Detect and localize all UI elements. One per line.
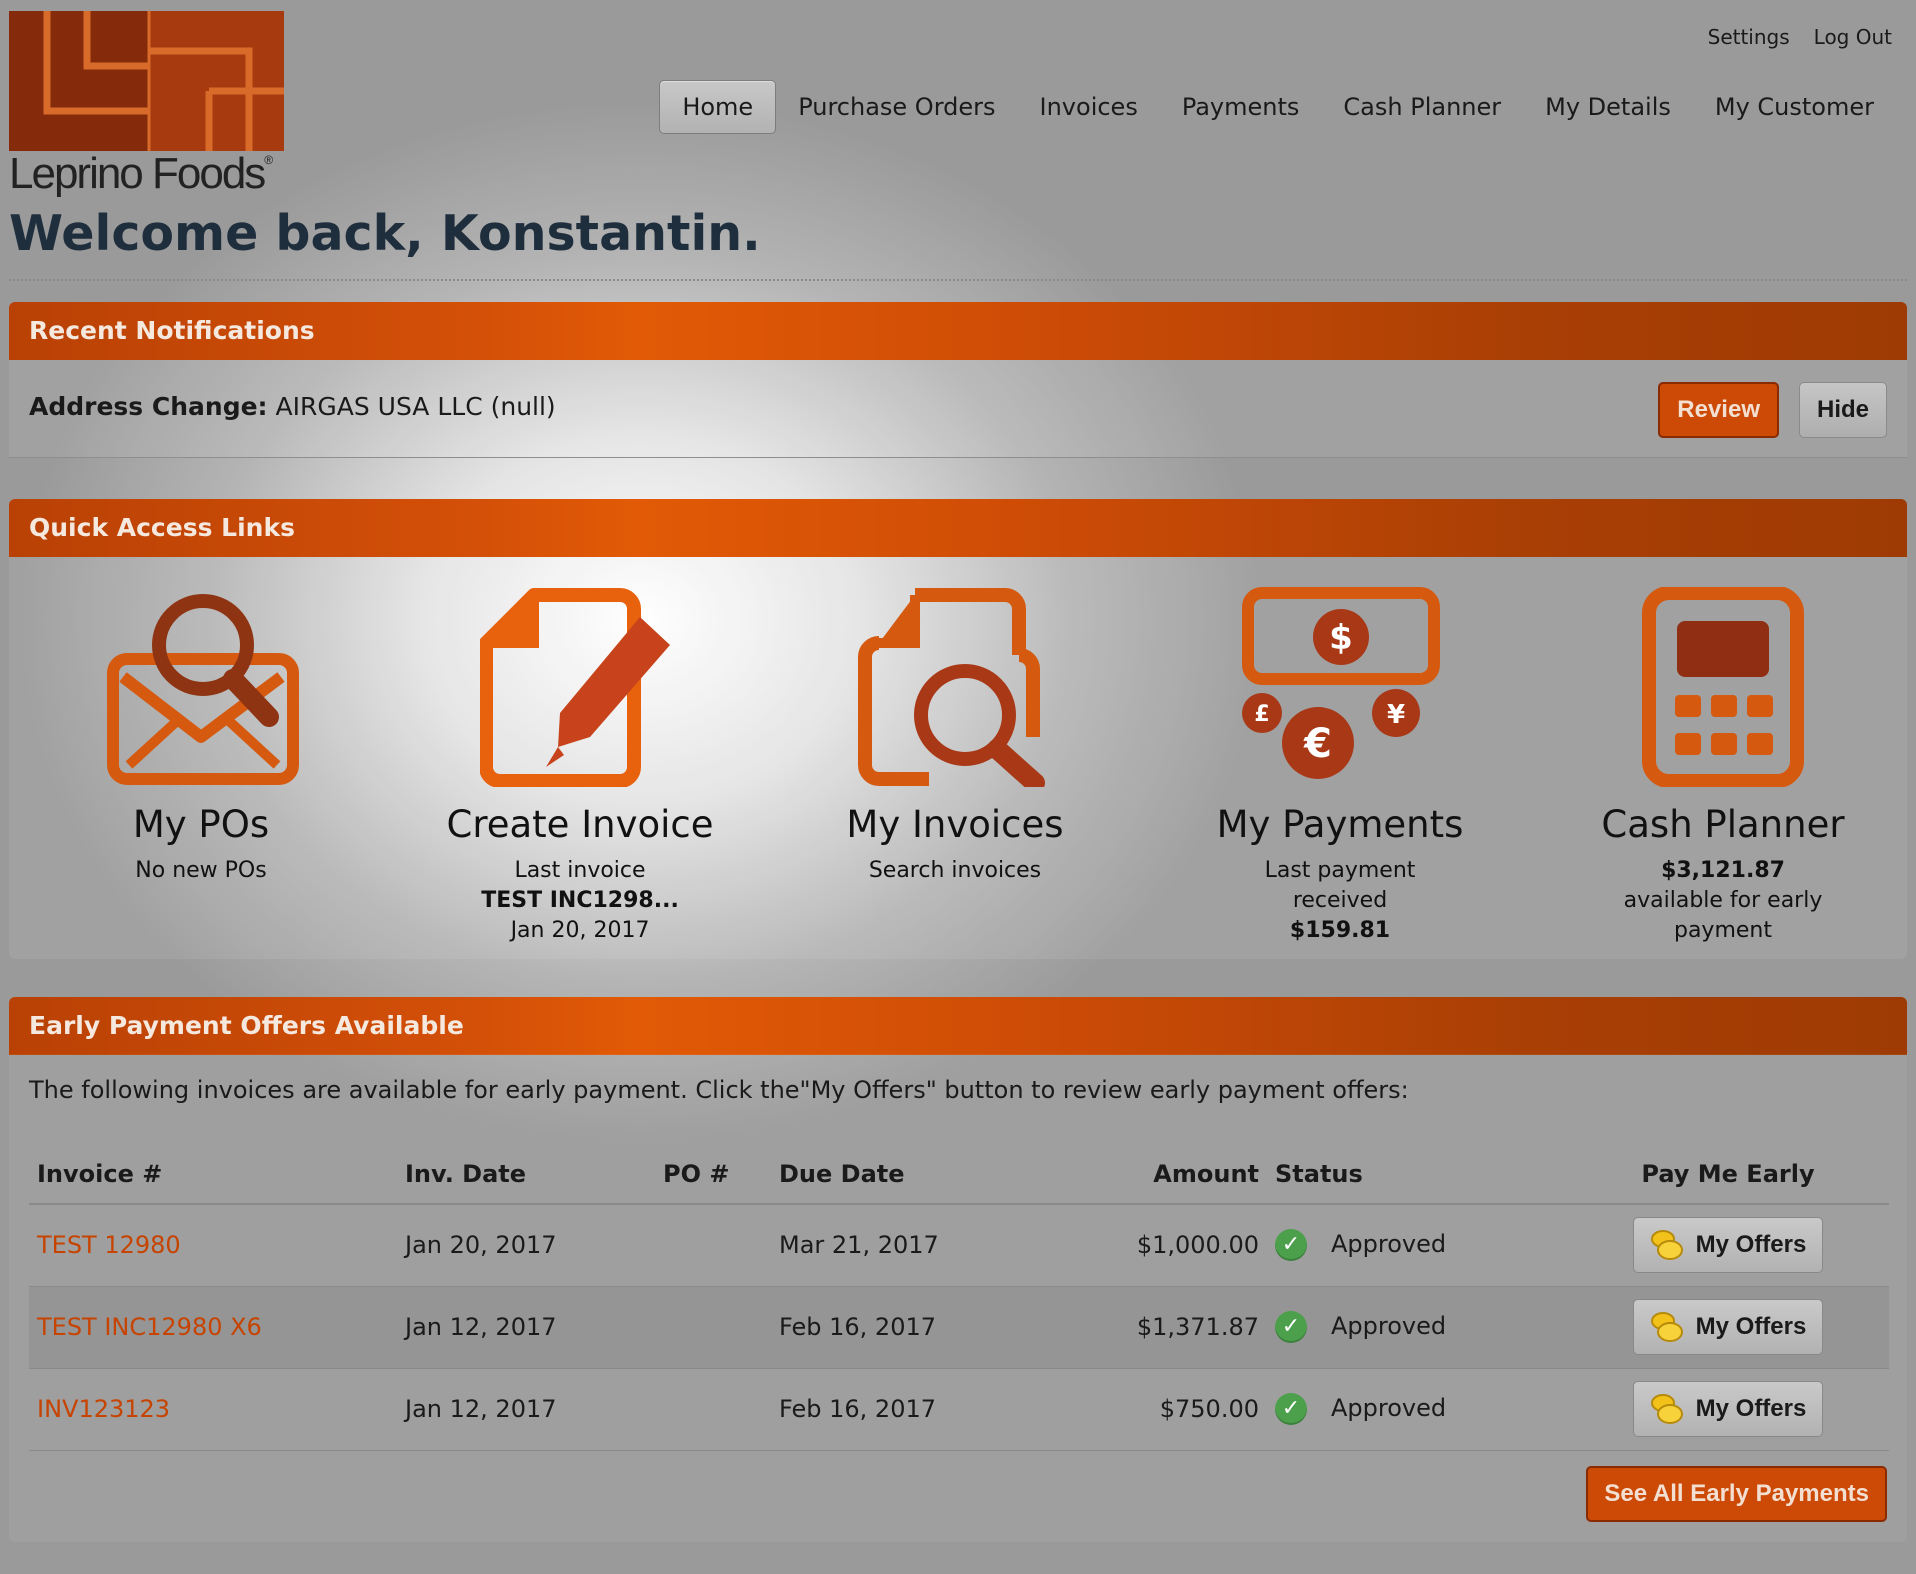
nav-my-details[interactable]: My Details xyxy=(1523,81,1693,133)
svg-text:$: $ xyxy=(1329,618,1353,658)
due-date-cell: Feb 16, 2017 xyxy=(771,1368,1017,1451)
nav-home[interactable]: Home xyxy=(659,80,777,134)
invoice-link[interactable]: TEST 12980 xyxy=(37,1231,181,1259)
po-cell xyxy=(655,1368,771,1451)
notification-text: Address Change: AIRGAS USA LLC (null) xyxy=(29,392,556,421)
hide-button[interactable]: Hide xyxy=(1798,382,1887,438)
nav-purchase-orders[interactable]: Purchase Orders xyxy=(776,81,1017,133)
my-offers-button[interactable]: My Offers xyxy=(1632,1217,1824,1274)
nav-cash-planner[interactable]: Cash Planner xyxy=(1321,81,1523,133)
svg-text:£: £ xyxy=(1254,702,1269,727)
quick-link-cash-planner[interactable]: Cash Planner $3,121.87 available for ear… xyxy=(1558,557,1888,946)
amount-cell: $1,371.87 xyxy=(1017,1286,1267,1369)
inv-date-cell: Jan 12, 2017 xyxy=(397,1368,655,1451)
calculator-icon xyxy=(1642,587,1804,787)
col-pay-me-early: Pay Me Early xyxy=(1567,1144,1889,1205)
action-cell: My Offers xyxy=(1567,1204,1889,1287)
col-amount[interactable]: Amount xyxy=(1017,1144,1267,1205)
col-inv-date[interactable]: Inv. Date xyxy=(397,1144,655,1205)
early-payment-intro: The following invoices are available for… xyxy=(29,1076,1409,1104)
status-cell: ✓ Approved xyxy=(1267,1204,1567,1287)
nav-invoices[interactable]: Invoices xyxy=(1018,81,1160,133)
quick-link-title: My Payments xyxy=(1216,803,1464,846)
action-cell: My Offers xyxy=(1567,1368,1889,1451)
quick-links-panel: My POs No new POs Create Invoice Last in… xyxy=(9,557,1907,959)
early-payment-panel: The following invoices are available for… xyxy=(9,1054,1907,1542)
quick-links-header: Quick Access Links xyxy=(9,499,1907,557)
welcome-heading: Welcome back, Konstantin. xyxy=(9,205,761,262)
logout-link[interactable]: Log Out xyxy=(1814,25,1892,49)
check-circle-icon: ✓ xyxy=(1275,1311,1307,1343)
document-search-icon xyxy=(858,588,1045,787)
settings-link[interactable]: Settings xyxy=(1708,25,1790,49)
coins-icon xyxy=(1650,1394,1683,1424)
divider xyxy=(9,279,1907,281)
document-pencil-icon xyxy=(480,588,670,787)
review-button[interactable]: Review xyxy=(1658,382,1779,438)
invoice-link[interactable]: TEST INC12980 X6 xyxy=(37,1313,262,1341)
notification-value: AIRGAS USA LLC (null) xyxy=(275,392,556,421)
po-cell xyxy=(655,1204,771,1287)
notification-label: Address Change: xyxy=(29,392,268,421)
po-cell xyxy=(655,1286,771,1369)
table-header-row: Invoice # Inv. Date PO # Due Date Amount… xyxy=(29,1144,1889,1205)
check-circle-icon: ✓ xyxy=(1275,1393,1307,1425)
currency-icon: $ £ ¥ € xyxy=(1242,587,1440,779)
logo-wordmark: Leprino Foods® xyxy=(9,149,274,198)
my-offers-button[interactable]: My Offers xyxy=(1632,1299,1824,1355)
col-status[interactable]: Status xyxy=(1267,1144,1567,1205)
coins-icon xyxy=(1650,1312,1683,1342)
col-invoice[interactable]: Invoice # xyxy=(29,1144,397,1205)
due-date-cell: Mar 21, 2017 xyxy=(771,1204,1017,1287)
amount-cell: $750.00 xyxy=(1017,1368,1267,1451)
quick-link-title: Cash Planner xyxy=(1601,803,1845,846)
due-date-cell: Feb 16, 2017 xyxy=(771,1286,1017,1369)
status-cell: ✓ Approved xyxy=(1267,1368,1567,1451)
amount-cell: $1,000.00 xyxy=(1017,1204,1267,1287)
quick-link-subtitle: Last invoice TEST INC1298... Jan 20, 201… xyxy=(481,858,679,943)
col-po[interactable]: PO # xyxy=(655,1144,771,1205)
quick-link-title: My Invoices xyxy=(846,803,1064,846)
check-circle-icon: ✓ xyxy=(1275,1229,1307,1262)
coins-icon xyxy=(1650,1230,1683,1261)
quick-link-title: My POs xyxy=(132,803,270,846)
col-due-date[interactable]: Due Date xyxy=(771,1144,1017,1205)
quick-link-subtitle: Search invoices xyxy=(868,858,1042,883)
quick-link-subtitle: Last payment received $159.81 xyxy=(1264,858,1416,943)
action-cell: My Offers xyxy=(1567,1286,1889,1369)
my-offers-button[interactable]: My Offers xyxy=(1632,1381,1824,1437)
quick-link-my-pos[interactable]: My POs No new POs xyxy=(36,557,366,886)
quick-link-my-invoices[interactable]: My Invoices Search invoices xyxy=(790,557,1120,886)
envelope-search-icon xyxy=(107,594,299,785)
nav-my-customer[interactable]: My Customer xyxy=(1693,81,1896,133)
svg-text:¥: ¥ xyxy=(1387,700,1405,730)
quick-link-my-payments[interactable]: $ £ ¥ € My Payments Last payment receive… xyxy=(1175,557,1505,946)
notification-item: Address Change: AIRGAS USA LLC (null) Re… xyxy=(9,360,1907,458)
quick-link-subtitle: $3,121.87 available for early payment xyxy=(1623,858,1823,943)
see-all-early-payments-button[interactable]: See All Early Payments xyxy=(1586,1466,1887,1522)
quick-link-create-invoice[interactable]: Create Invoice Last invoice TEST INC1298… xyxy=(415,557,745,946)
table-row: TEST INC12980 X6 Jan 12, 2017 Feb 16, 20… xyxy=(29,1286,1889,1369)
utility-links: Settings Log Out xyxy=(1708,25,1892,49)
notifications-header: Recent Notifications xyxy=(9,302,1907,360)
table-row: INV123123 Jan 12, 2017 Feb 16, 2017 $750… xyxy=(29,1368,1889,1451)
svg-text:€: € xyxy=(1303,721,1332,767)
main-nav: Home Purchase Orders Invoices Payments C… xyxy=(659,80,1896,134)
early-payment-table: Invoice # Inv. Date PO # Due Date Amount… xyxy=(29,1144,1889,1451)
early-payment-header: Early Payment Offers Available xyxy=(9,997,1907,1055)
status-cell: ✓ Approved xyxy=(1267,1286,1567,1369)
company-logo[interactable]: Leprino Foods® xyxy=(9,11,299,198)
logo-shapes-icon xyxy=(9,11,284,151)
nav-payments[interactable]: Payments xyxy=(1160,81,1322,133)
inv-date-cell: Jan 20, 2017 xyxy=(397,1204,655,1287)
table-row: TEST 12980 Jan 20, 2017 Mar 21, 2017 $1,… xyxy=(29,1204,1889,1287)
invoice-link[interactable]: INV123123 xyxy=(37,1395,170,1423)
quick-link-subtitle: No new POs xyxy=(135,858,267,883)
logo-mark xyxy=(9,11,284,151)
inv-date-cell: Jan 12, 2017 xyxy=(397,1286,655,1369)
quick-link-title: Create Invoice xyxy=(446,803,714,846)
